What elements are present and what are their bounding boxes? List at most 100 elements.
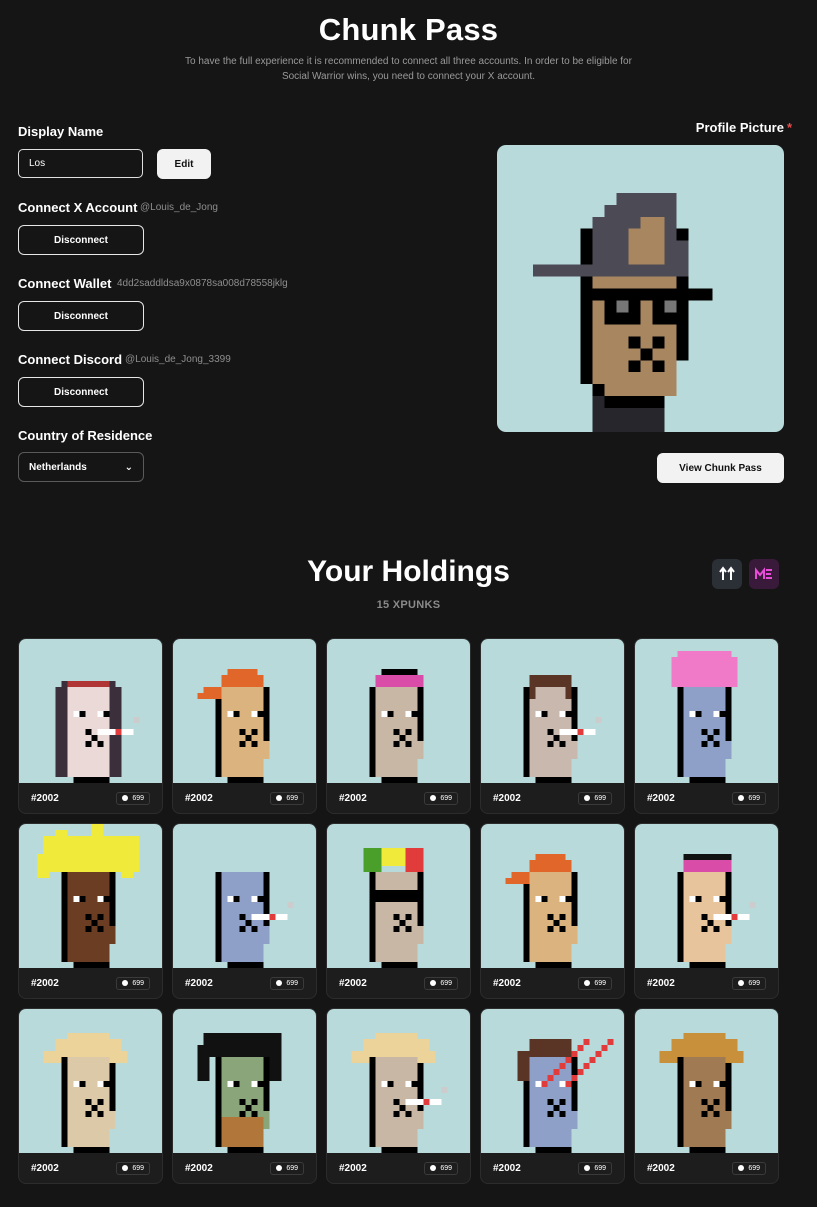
price-value: 699 [286, 1164, 298, 1172]
holdings-title: Your Holdings [307, 555, 510, 588]
coin-icon [584, 1165, 591, 1171]
profile-punk-image [532, 192, 713, 432]
disconnect-wallet-button[interactable]: Disconnect [18, 301, 144, 331]
price-value: 699 [748, 979, 760, 987]
price-value: 699 [286, 794, 298, 802]
coin-icon [738, 1165, 745, 1171]
card-footer: #2002 699 [481, 783, 624, 813]
magic-eden-button[interactable] [749, 559, 779, 589]
punk-image [481, 824, 624, 968]
price-badge: 699 [270, 976, 304, 990]
holding-card[interactable]: #2002 699 [634, 1008, 779, 1184]
connect-wallet-label: Connect Wallet [18, 276, 112, 291]
card-footer: #2002 699 [327, 968, 470, 998]
country-value: Netherlands [29, 461, 87, 473]
holding-card[interactable]: #2002 699 [172, 638, 317, 814]
card-footer: #2002 699 [635, 1153, 778, 1183]
holding-card[interactable]: #2002 699 [172, 823, 317, 999]
coin-icon [122, 1165, 129, 1171]
price-value: 699 [594, 1164, 606, 1172]
page-title: Chunk Pass [318, 12, 499, 47]
coin-icon [584, 795, 591, 801]
punk-image [19, 1009, 162, 1153]
chevron-down-icon: ⌄ [124, 461, 133, 473]
price-badge: 699 [578, 976, 612, 990]
profile-picture[interactable] [497, 145, 784, 432]
holding-card[interactable]: #2002 699 [634, 638, 779, 814]
punk-image [635, 824, 778, 968]
punk-image [481, 1009, 624, 1153]
punk-image [19, 824, 162, 968]
punk-image [173, 639, 316, 783]
holding-card[interactable]: #2002 699 [326, 638, 471, 814]
punk-number: #2002 [647, 792, 675, 804]
punk-image [635, 1009, 778, 1153]
x-handle: @Louis_de_Jong [140, 202, 218, 213]
punk-number: #2002 [493, 1162, 521, 1174]
punk-number: #2002 [493, 977, 521, 989]
disconnect-x-button[interactable]: Disconnect [18, 225, 144, 255]
price-value: 699 [286, 979, 298, 987]
country-select[interactable]: Netherlands ⌄ [18, 452, 144, 482]
holding-card[interactable]: #2002 699 [480, 1008, 625, 1184]
wallet-address: 4dd2saddldsa9x0878sa008d78558jklg [117, 278, 288, 289]
price-value: 699 [132, 794, 144, 802]
punk-number: #2002 [339, 792, 367, 804]
price-badge: 699 [270, 1161, 304, 1175]
punk-image [173, 824, 316, 968]
disconnect-discord-button[interactable]: Disconnect [18, 377, 144, 407]
holding-card[interactable]: #2002 699 [18, 1008, 163, 1184]
coin-icon [738, 980, 745, 986]
view-chunk-pass-button[interactable]: View Chunk Pass [657, 453, 784, 483]
connect-x-label: Connect X Account [18, 200, 138, 215]
display-name-label: Display Name [18, 124, 104, 139]
punk-image [327, 824, 470, 968]
punk-image [481, 639, 624, 783]
price-value: 699 [594, 794, 606, 802]
holding-card[interactable]: #2002 699 [326, 1008, 471, 1184]
punk-number: #2002 [493, 792, 521, 804]
page-subtitle: To have the full experience it is recomm… [185, 56, 632, 82]
coin-icon [430, 980, 437, 986]
coin-icon [430, 795, 437, 801]
price-badge: 699 [578, 791, 612, 805]
coin-icon [738, 795, 745, 801]
coin-icon [122, 980, 129, 986]
holding-card[interactable]: #2002 699 [634, 823, 779, 999]
price-badge: 699 [578, 1161, 612, 1175]
card-footer: #2002 699 [481, 968, 624, 998]
punk-number: #2002 [647, 977, 675, 989]
price-badge: 699 [424, 976, 458, 990]
price-value: 699 [440, 794, 452, 802]
coin-icon [122, 795, 129, 801]
holding-card[interactable]: #2002 699 [326, 823, 471, 999]
punk-number: #2002 [185, 977, 213, 989]
price-badge: 699 [116, 791, 150, 805]
coin-icon [276, 1165, 283, 1171]
edit-button[interactable]: Edit [157, 149, 211, 179]
punk-image [327, 1009, 470, 1153]
price-value: 699 [440, 1164, 452, 1172]
punk-number: #2002 [647, 1162, 675, 1174]
punk-number: #2002 [339, 977, 367, 989]
card-footer: #2002 699 [19, 968, 162, 998]
price-value: 699 [748, 1164, 760, 1172]
holding-card[interactable]: #2002 699 [172, 1008, 317, 1184]
card-footer: #2002 699 [635, 968, 778, 998]
holding-card[interactable]: #2002 699 [480, 638, 625, 814]
price-value: 699 [440, 979, 452, 987]
holdings-count: 15 XPUNKS [376, 599, 441, 611]
display-name-input[interactable] [18, 149, 143, 178]
holding-card[interactable]: #2002 699 [18, 638, 163, 814]
punk-number: #2002 [185, 792, 213, 804]
card-footer: #2002 699 [173, 783, 316, 813]
tensor-button[interactable] [712, 559, 742, 589]
profile-picture-label: Profile Picture * [695, 120, 792, 135]
punk-number: #2002 [31, 792, 59, 804]
price-badge: 699 [424, 1161, 458, 1175]
holding-card[interactable]: #2002 699 [18, 823, 163, 999]
price-badge: 699 [732, 791, 766, 805]
holding-card[interactable]: #2002 699 [480, 823, 625, 999]
punk-number: #2002 [339, 1162, 367, 1174]
card-footer: #2002 699 [19, 1153, 162, 1183]
